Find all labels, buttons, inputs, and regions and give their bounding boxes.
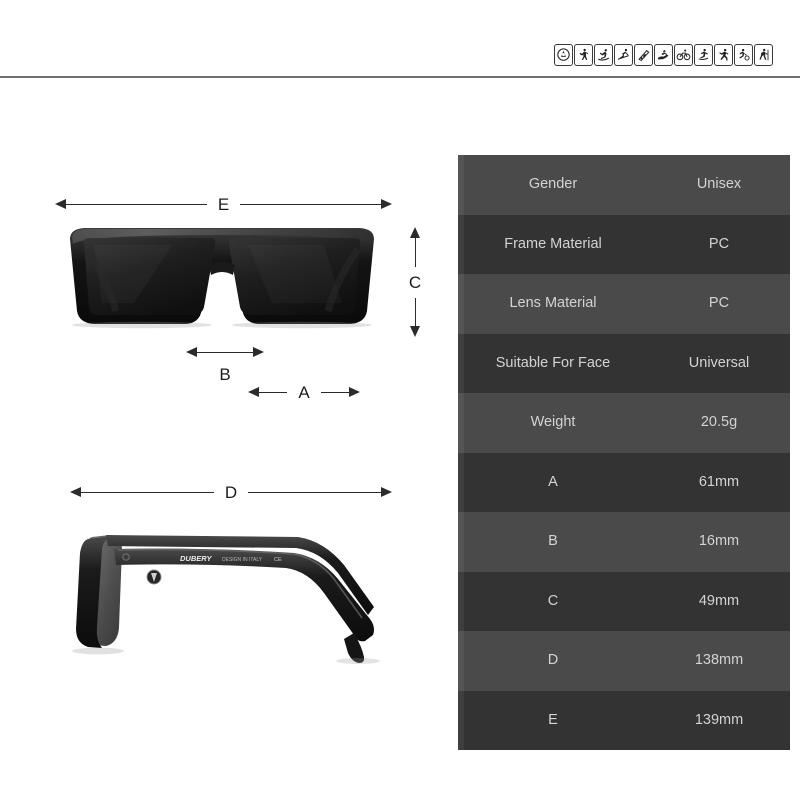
temple-brand-text: DUBERY (180, 554, 213, 563)
spec-value: 49mm (698, 592, 740, 609)
kite-surfing-icon (634, 44, 653, 66)
spec-label: Frame Material (504, 235, 602, 252)
svg-text:CE: CE (274, 557, 282, 563)
arrow-head-left (186, 347, 197, 357)
arrow-head-right (381, 487, 392, 497)
spec-label: Suitable For Face (495, 354, 611, 371)
spec-label: Lens Material (509, 295, 597, 312)
arrow-head-right (253, 347, 264, 357)
spec-label: Weight (530, 414, 576, 431)
arrow-head-left (70, 487, 81, 497)
spec-table-row: E 139mm (458, 690, 790, 750)
spec-label: D (547, 652, 559, 669)
spec-table-row: B 16mm (458, 512, 790, 572)
dimension-line-segment (240, 203, 381, 205)
spec-table-row: Gender Unisex (458, 155, 790, 215)
dimension-label-c: C (408, 272, 422, 292)
cycling-icon (674, 44, 693, 66)
dimension-line-segment (414, 238, 416, 267)
dimension-label-e: E (217, 194, 230, 214)
hiking-icon (754, 44, 773, 66)
dimension-arrow-d: D (70, 483, 392, 501)
spec-table-row: Lens Material PC (458, 274, 790, 334)
spec-value: PC (708, 295, 730, 312)
motorsport-icon (554, 44, 573, 66)
dimension-label-a: A (298, 382, 310, 402)
spec-label: E (548, 711, 558, 728)
spec-table-row: C 49mm (458, 571, 790, 631)
spec-table-row: A 61mm (458, 452, 790, 512)
arrow-head-right (381, 199, 392, 209)
spec-value: Unisex (696, 176, 742, 193)
spec-label: C (547, 592, 559, 609)
spec-table-row: D 138mm (458, 631, 790, 691)
specification-table: Gender Unisex Frame Material PC Lens Materia… (458, 155, 790, 750)
dimension-arrow-a: A (248, 383, 360, 401)
sunglasses-side-illustration: DUBERY DESIGN IN ITALY CE (72, 535, 380, 664)
skateboarding-icon (694, 44, 713, 66)
spec-value: PC (708, 235, 730, 252)
arrow-head-up (410, 227, 420, 238)
dimension-arrow-b: B (186, 345, 264, 385)
baseball-icon (574, 44, 593, 66)
soccer-icon (734, 44, 753, 66)
dimension-arrow-c: C (405, 227, 425, 337)
dimension-arrow-e: E (55, 195, 392, 213)
dimension-line-segment (248, 491, 381, 493)
spec-value: 138mm (694, 652, 744, 669)
arrow-head-left (55, 199, 66, 209)
spec-label: Gender (528, 176, 578, 193)
sport-icon-strip (554, 44, 773, 66)
dimension-line-segment (414, 297, 416, 326)
spec-table-row: Weight 20.5g (458, 393, 790, 453)
header-divider (0, 76, 800, 78)
jet-ski-icon (654, 44, 673, 66)
spec-value: Universal (688, 354, 750, 371)
sunglasses-side-view-diagram: D DUBERY DESIGN IN ITALY CE (0, 475, 440, 690)
arrow-head-right (349, 387, 360, 397)
spec-value: 61mm (698, 473, 740, 490)
spec-table-row: Suitable For Face Universal (458, 333, 790, 393)
sunglasses-front-view-diagram: E C B A (0, 185, 440, 415)
snowboarding-icon (594, 44, 613, 66)
dimension-line-segment (66, 203, 207, 205)
sunglasses-front-illustration (70, 228, 374, 329)
skiing-icon (614, 44, 633, 66)
arrow-head-left (248, 387, 259, 397)
dimension-line-segment (81, 491, 214, 493)
dimension-label-b: B (219, 365, 231, 384)
arrow-head-down (410, 326, 420, 337)
dimension-line-segment (197, 351, 253, 353)
svg-text:DESIGN IN ITALY: DESIGN IN ITALY (222, 557, 263, 563)
dimension-line-segment (259, 391, 288, 393)
spec-table-row: Frame Material PC (458, 214, 790, 274)
running-icon (714, 44, 733, 66)
spec-label: A (548, 473, 558, 490)
spec-value: 139mm (694, 711, 744, 728)
spec-value: 20.5g (700, 414, 738, 431)
dimension-line-segment (320, 391, 349, 393)
spec-value: 16mm (698, 533, 740, 550)
spec-label: B (548, 533, 558, 550)
dimension-label-d: D (224, 482, 238, 502)
